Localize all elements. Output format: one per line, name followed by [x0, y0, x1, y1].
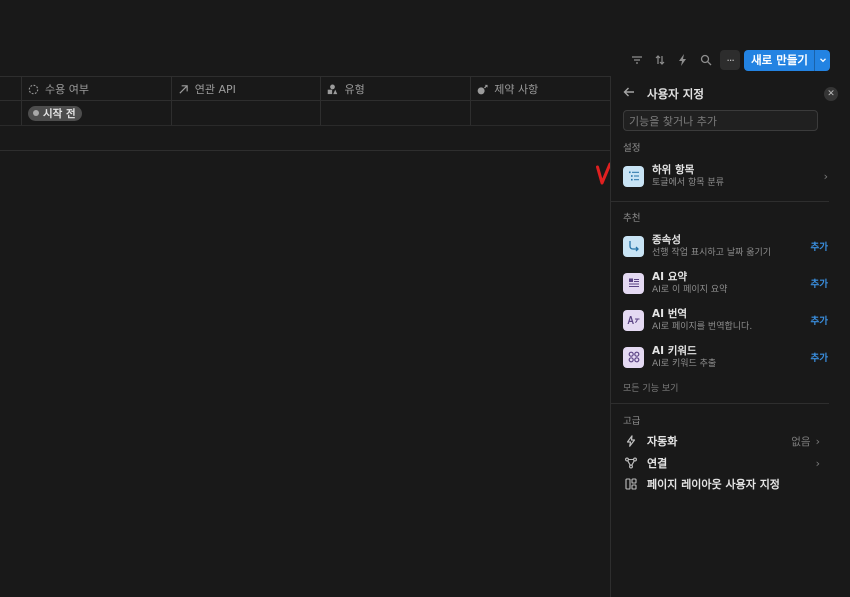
status-badge[interactable]: 시작 전 — [27, 105, 82, 121]
connection-icon — [625, 457, 637, 469]
column-header-type[interactable]: 유형 — [320, 77, 470, 101]
ai-translate-icon — [623, 309, 644, 331]
dependency-icon — [623, 235, 644, 257]
relation-icon — [477, 84, 488, 94]
item-title: AI 키워드 — [652, 344, 697, 357]
column-header-related-api[interactable]: 연관 API — [170, 77, 321, 101]
see-all-features-link[interactable]: 모든 기능 보기 — [623, 381, 678, 394]
customize-panel: 사용자 지정 ✕ 기능을 찾거나 추가 설정 하위 항목 토글에서 항목 분류 … — [610, 76, 850, 597]
chevron-right-icon: › — [823, 169, 828, 183]
item-description: AI로 키워드 추출 — [652, 358, 717, 369]
section-divider — [611, 403, 829, 404]
item-text: 종속성 선행 작업 표시하고 날짜 옮기기 — [652, 234, 771, 259]
lightning-icon — [625, 435, 637, 447]
advanced-item-value: 없음 — [791, 435, 811, 448]
ai-summary-icon — [623, 272, 644, 294]
new-button-label: 새로 만들기 — [751, 52, 808, 67]
column-header-acceptance[interactable]: 수용 여부 — [20, 77, 171, 101]
add-button[interactable]: 추가 — [811, 350, 828, 364]
table-row[interactable]: 시작 전 — [0, 101, 610, 126]
cell-acceptance[interactable]: 시작 전 — [20, 101, 171, 125]
item-text: AI 요약 AI로 이 페이지 요약 — [652, 271, 727, 296]
item-description: 토글에서 항목 분류 — [652, 177, 724, 188]
back-arrow-icon[interactable] — [623, 86, 637, 102]
more-icon[interactable]: ··· — [720, 50, 741, 70]
advanced-item-automation[interactable]: 자동화 없음 › — [625, 433, 820, 449]
status-badge-label: 시작 전 — [42, 107, 76, 120]
recommend-item-ai-translate[interactable]: AI 번역 AI로 페이지를 번역합니다. 추가 — [623, 306, 828, 334]
column-header-constraints[interactable]: 제약 사항 — [470, 77, 610, 101]
panel-title: 사용자 지정 — [647, 87, 704, 101]
advanced-section-label: 고급 — [623, 416, 641, 427]
new-button[interactable]: 새로 만들기 — [744, 49, 830, 71]
item-description: AI로 이 페이지 요약 — [652, 284, 728, 295]
column-label: 연관 API — [194, 83, 236, 96]
view-toolbar: ··· 새로 만들기 — [625, 49, 830, 71]
advanced-item-label: 연결 — [647, 457, 668, 470]
item-text: AI 번역 AI로 페이지를 번역합니다. — [652, 308, 752, 333]
add-button[interactable]: 추가 — [811, 276, 828, 290]
recommend-item-ai-summary[interactable]: AI 요약 AI로 이 페이지 요약 추가 — [623, 269, 828, 297]
filter-icon[interactable] — [625, 50, 648, 70]
cell-constraints[interactable] — [470, 101, 610, 125]
panel-header: 사용자 지정 ✕ — [623, 86, 838, 102]
layout-icon — [625, 478, 637, 490]
app-root: ··· 새로 만들기 수용 여부 연관 API 유형 제약 사항 시작 전 사용… — [0, 0, 850, 597]
recommend-item-dependency[interactable]: 종속성 선행 작업 표시하고 날짜 옮기기 추가 — [623, 232, 828, 260]
settings-section-label: 설정 — [623, 143, 641, 154]
settings-item-sub-items[interactable]: 하위 항목 토글에서 항목 분류 › — [623, 162, 828, 190]
item-title: 종속성 — [652, 233, 681, 246]
search-icon[interactable] — [694, 50, 717, 70]
advanced-item-label: 페이지 레이아웃 사용자 지정 — [647, 478, 780, 491]
cell-type[interactable] — [320, 101, 470, 125]
item-description: 선행 작업 표시하고 날짜 옮기기 — [652, 247, 772, 258]
item-text: 하위 항목 토글에서 항목 분류 — [652, 164, 724, 189]
add-button[interactable]: 추가 — [811, 239, 828, 253]
column-label: 수용 여부 — [44, 83, 89, 96]
database-table: 수용 여부 연관 API 유형 제약 사항 시작 전 — [0, 76, 610, 126]
cell-related-api[interactable] — [170, 101, 321, 125]
sub-items-icon — [623, 165, 644, 187]
item-title: 하위 항목 — [652, 163, 695, 176]
chevron-right-icon: › — [815, 434, 820, 448]
item-description: AI로 페이지를 번역합니다. — [652, 321, 753, 332]
ai-keywords-icon — [623, 346, 644, 368]
arrow-up-right-icon — [179, 84, 188, 94]
row-spacer — [0, 101, 21, 125]
item-title: AI 번역 — [652, 307, 688, 320]
lightning-icon[interactable] — [671, 50, 694, 70]
recommend-item-ai-keywords[interactable]: AI 키워드 AI로 키워드 추출 추가 — [623, 343, 828, 371]
table-header-spacer — [0, 77, 21, 101]
feature-search-input[interactable]: 기능을 찾거나 추가 — [623, 110, 818, 131]
item-text: AI 키워드 AI로 키워드 추출 — [652, 345, 716, 370]
chevron-right-icon: › — [815, 456, 820, 470]
advanced-item-page-layout[interactable]: 페이지 레이아웃 사용자 지정 — [625, 476, 820, 492]
column-label: 유형 — [344, 83, 365, 96]
table-bottom-divider — [0, 150, 610, 151]
recommend-section-label: 추천 — [623, 213, 641, 224]
advanced-item-connection[interactable]: 연결 › — [625, 455, 820, 471]
shapes-icon — [328, 84, 338, 94]
sort-icon[interactable] — [648, 50, 671, 70]
chevron-down-icon[interactable] — [814, 49, 830, 71]
item-title: AI 요약 — [652, 270, 688, 283]
advanced-item-label: 자동화 — [647, 435, 678, 448]
column-label: 제약 사항 — [494, 83, 539, 96]
section-divider — [611, 201, 829, 202]
close-icon[interactable]: ✕ — [824, 87, 838, 101]
add-button[interactable]: 추가 — [811, 313, 828, 327]
table-header: 수용 여부 연관 API 유형 제약 사항 — [0, 76, 610, 101]
status-dot-icon — [32, 110, 39, 116]
status-icon — [28, 84, 39, 94]
